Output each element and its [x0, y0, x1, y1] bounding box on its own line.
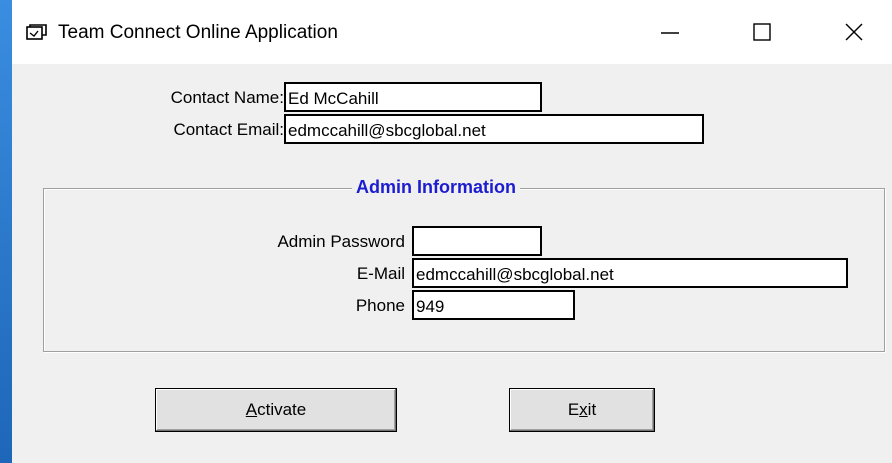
activate-button[interactable]: Activate: [155, 388, 397, 432]
app-window: Team Connect Online Application Contact …: [12, 0, 892, 463]
admin-email-label: E-Mail: [356, 264, 405, 283]
contact-name-label: Contact Name:: [170, 88, 284, 107]
admin-password-input[interactable]: [412, 226, 542, 256]
activate-hotkey: A: [245, 400, 258, 419]
minimize-icon: [661, 32, 679, 34]
admin-phone-label: Phone: [355, 296, 405, 315]
contact-name-input[interactable]: [284, 82, 542, 112]
maximize-button[interactable]: [716, 0, 808, 64]
desktop-background: [0, 0, 12, 463]
activate-label-rest: ctivate: [257, 400, 307, 419]
admin-phone-input[interactable]: [412, 290, 575, 320]
maximize-icon: [753, 23, 771, 41]
close-button[interactable]: [808, 0, 892, 64]
admin-email-input[interactable]: [412, 258, 848, 288]
app-window-icon: [26, 24, 47, 40]
exit-label-start: E: [567, 400, 580, 419]
title-bar[interactable]: Team Connect Online Application: [12, 0, 892, 64]
exit-button[interactable]: Ex it: [509, 388, 655, 432]
window-title: Team Connect Online Application: [58, 22, 338, 43]
close-icon: [845, 23, 863, 41]
admin-information-legend: Admin Information: [352, 177, 520, 198]
exit-hotkey: x: [579, 400, 588, 419]
minimize-button[interactable]: [624, 0, 716, 64]
contact-email-label: Contact Email:: [173, 120, 284, 139]
admin-password-label: Admin Password: [277, 232, 405, 251]
exit-label-end: it: [587, 400, 597, 419]
contact-email-input[interactable]: [284, 114, 704, 144]
